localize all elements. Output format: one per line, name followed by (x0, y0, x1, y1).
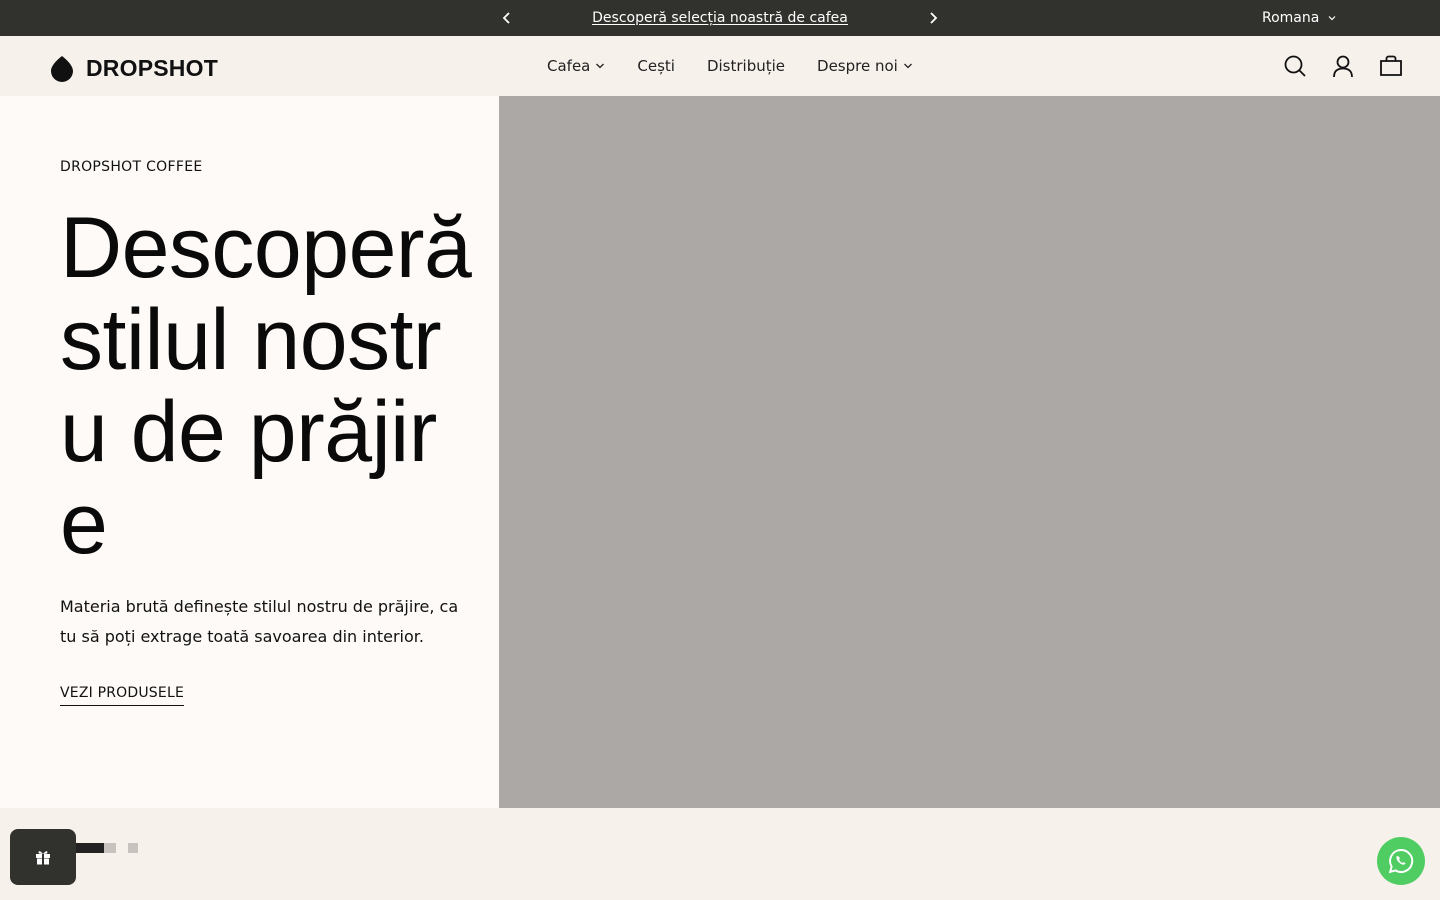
announcement-message: Descoperă selecția noastră de cafea (0, 10, 1440, 26)
slide-indicator-active[interactable] (72, 843, 116, 853)
logo-text: DROPSHOT (86, 55, 218, 81)
view-products-link[interactable]: VEZI PRODUSELE (60, 685, 184, 706)
nav-item-cesti[interactable]: Cești (637, 57, 675, 75)
account-icon[interactable] (1330, 53, 1356, 79)
chevron-down-icon (596, 63, 605, 69)
gift-icon (36, 851, 50, 865)
slider-pagination (72, 843, 138, 853)
logo[interactable]: DROPSHOT (48, 48, 218, 82)
chevron-down-icon (1328, 16, 1336, 21)
language-label: Romana (1262, 10, 1320, 26)
language-selector[interactable]: Romana (1262, 10, 1337, 26)
gift-button[interactable] (10, 829, 76, 885)
drop-logo-icon (51, 49, 73, 82)
whatsapp-icon (1388, 848, 1414, 874)
announcement-bar: Descoperă selecția noastră de cafea Roma… (0, 0, 1440, 36)
nav-item-despre-noi[interactable]: Despre noi (817, 57, 913, 75)
hero-eyebrow: DROPSHOT COFFEE (60, 159, 203, 175)
hero-image (499, 96, 1440, 808)
nav-item-cafea[interactable]: Cafea (547, 57, 605, 75)
chevron-down-icon (903, 63, 912, 69)
cart-icon[interactable] (1378, 53, 1404, 79)
nav-label: Distribuție (706, 57, 786, 75)
slide-indicator[interactable] (128, 843, 138, 853)
hero-text-panel: DROPSHOT COFFEE Descoperă stilul nostru … (0, 96, 499, 808)
chevron-right-icon[interactable] (924, 9, 942, 27)
nav-label: Cafea (547, 57, 591, 75)
nav-label: Cești (637, 57, 675, 75)
nav-label: Despre noi (817, 57, 898, 75)
main-nav: Cafea Cești Distribuție Despre noi (547, 57, 913, 75)
header-icons (1282, 53, 1404, 79)
whatsapp-button[interactable] (1377, 837, 1425, 885)
site-header: DROPSHOT Cafea Cești Distribuție Despre … (0, 36, 1440, 96)
nav-item-distributie[interactable]: Distribuție (707, 57, 785, 75)
announcement-link[interactable]: Descoperă selecția noastră de cafea (592, 10, 848, 26)
slide-progress (72, 843, 104, 853)
hero-headline: Descoperă stilul nostru de prăjire (60, 200, 472, 572)
hero-description: Materia brută definește stilul nostru de… (60, 597, 459, 646)
search-icon[interactable] (1282, 53, 1308, 79)
